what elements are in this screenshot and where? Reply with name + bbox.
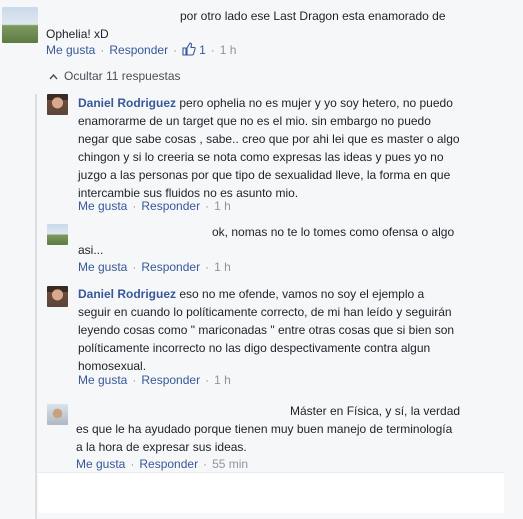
timestamp[interactable]: 55 min	[212, 457, 248, 471]
comment-text: Daniel Rodriguez eso no me ofende, vamos…	[78, 287, 455, 373]
like-link[interactable]: Me gusta	[46, 43, 95, 57]
timestamp[interactable]: 1 h	[214, 373, 231, 387]
reply-link[interactable]: Responder	[141, 199, 200, 213]
thumbs-up-icon[interactable]	[182, 42, 196, 60]
comment-actions: Me gusta · Responder · 1 h	[78, 199, 231, 213]
comment-actions: Me gusta · Responder · 1 h	[78, 373, 231, 387]
comment-actions: Me gusta · Responder · 1 · 1 h	[46, 42, 236, 60]
author-name[interactable]: Daniel Rodriguez	[78, 96, 176, 110]
like-link[interactable]: Me gusta	[78, 373, 127, 387]
like-link[interactable]: Me gusta	[76, 457, 125, 471]
comment-text: Daniel Rodriguez pero ophelia no es muje…	[78, 96, 460, 200]
avatar[interactable]	[47, 286, 68, 307]
comment-text: Máster en Física, y sí, la verdad es que…	[76, 404, 461, 454]
comment-actions: Me gusta · Responder · 55 min	[76, 457, 249, 471]
thread-line	[35, 94, 37, 519]
reply-link[interactable]: Responder	[109, 43, 168, 57]
like-link[interactable]: Me gusta	[78, 260, 127, 274]
comment-actions: Me gusta · Responder · 1 h	[78, 260, 231, 274]
reply-link[interactable]: Responder	[139, 457, 198, 471]
hide-replies-toggle[interactable]: Ocultar 11 respuestas	[49, 68, 181, 84]
avatar[interactable]	[47, 404, 68, 425]
timestamp[interactable]: 1 h	[220, 43, 237, 57]
reply-link[interactable]: Responder	[141, 373, 200, 387]
reply-composer-area[interactable]	[38, 472, 504, 513]
author-name[interactable]: Daniel Rodriguez	[78, 287, 176, 301]
comment-text: ok, nomas no te lo tomes como ofensa o a…	[78, 225, 455, 257]
timestamp[interactable]: 1 h	[214, 260, 231, 274]
comment-text: por otro lado ese Last Dragon esta enamo…	[46, 9, 446, 41]
likes-count[interactable]: 1	[199, 43, 206, 57]
avatar[interactable]	[47, 94, 68, 115]
avatar[interactable]	[2, 7, 38, 43]
avatar[interactable]	[47, 224, 68, 245]
chevron-up-icon	[49, 68, 58, 84]
timestamp[interactable]: 1 h	[214, 199, 231, 213]
like-link[interactable]: Me gusta	[78, 199, 127, 213]
reply-link[interactable]: Responder	[141, 260, 200, 274]
